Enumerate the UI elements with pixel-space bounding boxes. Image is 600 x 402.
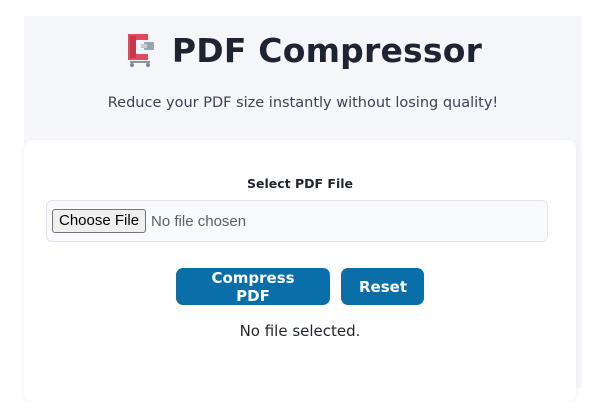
action-buttons: Compress PDF Reset <box>24 268 576 305</box>
choose-file-button[interactable]: Choose File <box>52 209 147 233</box>
compress-pdf-button[interactable]: Compress PDF <box>176 268 330 305</box>
upload-card: Select PDF File Choose File No file chos… <box>24 140 576 402</box>
reset-button[interactable]: Reset <box>341 268 424 305</box>
file-field-label: Select PDF File <box>247 176 353 191</box>
header: PDF Compressor Reduce your PDF size inst… <box>24 16 582 156</box>
title-row: PDF Compressor <box>24 30 582 70</box>
app-container: PDF Compressor Reduce your PDF size inst… <box>24 16 582 402</box>
file-input[interactable]: Choose File No file chosen <box>46 200 548 242</box>
compress-clamp-icon <box>124 30 158 70</box>
status-message: No file selected. <box>239 322 361 340</box>
page-subtitle: Reduce your PDF size instantly without l… <box>107 95 499 111</box>
page-title: PDF Compressor <box>171 30 483 70</box>
file-status-text: No file chosen <box>151 212 247 230</box>
